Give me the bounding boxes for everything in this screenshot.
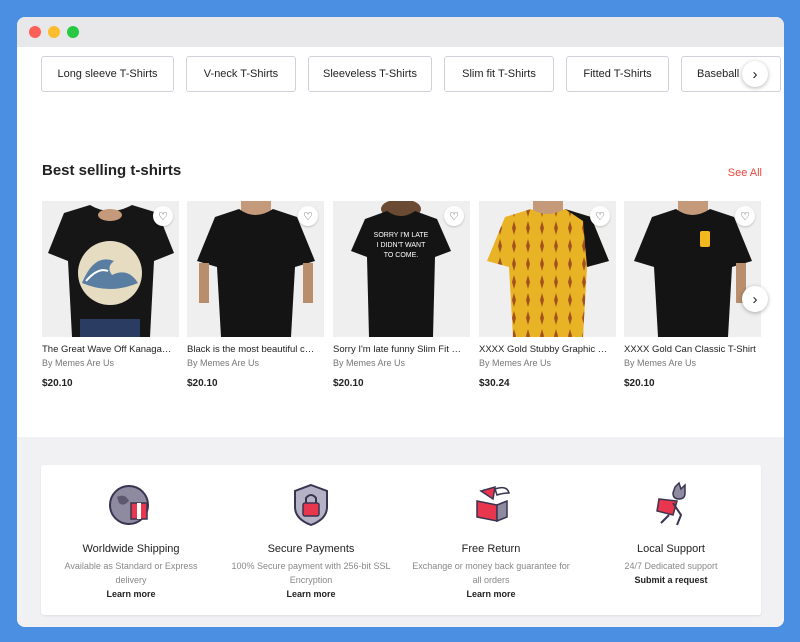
learn-more-link[interactable]: Learn more (401, 589, 581, 599)
winged-box-icon (467, 481, 515, 529)
product-price: $20.10 (187, 378, 218, 389)
product-artist: By Memes Are Us (624, 358, 697, 368)
heart-icon[interactable]: ♡ (153, 206, 173, 226)
product-carousel: ♡ The Great Wave Off Kanagawa… By Memes … (42, 201, 784, 391)
product-title[interactable]: XXXX Gold Stubby Graphic T-… (479, 344, 611, 355)
product-price: $30.24 (479, 378, 510, 389)
chip-fitted[interactable]: Fitted T-Shirts (566, 56, 669, 92)
heart-icon[interactable]: ♡ (735, 206, 755, 226)
feature-description: 24/7 Dedicated support (624, 561, 718, 571)
feature-local-support: Local Support 24/7 Dedicated support Sub… (581, 465, 761, 585)
product-artist: By Memes Are Us (333, 358, 406, 368)
globe-gift-icon (107, 481, 155, 529)
product-artist: By Memes Are Us (479, 358, 552, 368)
feature-title: Local Support (637, 543, 705, 555)
product-image[interactable]: ♡ (187, 201, 324, 337)
cat-mascot-icon (647, 481, 695, 529)
features-panel: Worldwide Shipping Available as Standard… (41, 465, 761, 615)
feature-title: Worldwide Shipping (82, 543, 180, 555)
product-title[interactable]: The Great Wave Off Kanagawa… (42, 344, 174, 355)
feature-description: Available as Standard or Express deliver… (64, 561, 198, 585)
maximize-window-button[interactable] (67, 26, 79, 38)
chip-slim-fit[interactable]: Slim fit T-Shirts (444, 56, 554, 92)
product-price: $20.10 (42, 378, 73, 389)
chevron-right-icon[interactable]: › (742, 61, 768, 87)
feature-shipping: Worldwide Shipping Available as Standard… (41, 465, 221, 599)
shield-lock-icon (287, 481, 335, 529)
features-section: Worldwide Shipping Available as Standard… (17, 437, 784, 627)
product-artist: By Memes Are Us (42, 358, 115, 368)
product-artist: By Memes Are Us (187, 358, 260, 368)
close-window-button[interactable] (29, 26, 41, 38)
browser-window: Long sleeve T-Shirts V-neck T-Shirts Sle… (17, 17, 784, 627)
learn-more-link[interactable]: Learn more (221, 589, 401, 599)
product-title[interactable]: Black is the most beautiful c… (187, 344, 319, 355)
product-card[interactable]: ♡ XXXX Gold Stubby Graphic T-… By Memes … (479, 201, 616, 389)
product-image[interactable]: ♡ (479, 201, 616, 337)
product-price: $20.10 (333, 378, 364, 389)
heart-icon[interactable]: ♡ (590, 206, 610, 226)
feature-description: Exchange or money back guarantee for all… (412, 561, 570, 585)
chevron-right-icon[interactable]: › (742, 286, 768, 312)
category-chips: Long sleeve T-Shirts V-neck T-Shirts Sle… (41, 56, 784, 94)
product-card[interactable]: ♡ The Great Wave Off Kanagawa… By Memes … (42, 201, 179, 389)
product-price: $20.10 (624, 378, 655, 389)
chip-v-neck[interactable]: V-neck T-Shirts (186, 56, 296, 92)
print-text-line-3: TO COME. (384, 252, 419, 259)
feature-title: Free Return (461, 543, 521, 555)
submit-request-link[interactable]: Submit a request (581, 575, 761, 585)
heart-icon[interactable]: ♡ (444, 206, 464, 226)
product-image[interactable]: ♡ (624, 201, 761, 337)
product-card[interactable]: SORRY I'M LATE I DIDN'T WANT TO COME. ♡ … (333, 201, 470, 389)
section-title: Best selling t-shirts (42, 162, 182, 179)
feature-description: 100% Secure payment with 256-bit SSL Enc… (231, 561, 391, 585)
print-text-line-1: SORRY I'M LATE (374, 232, 429, 239)
heart-icon[interactable]: ♡ (298, 206, 318, 226)
feature-secure-payments: Secure Payments 100% Secure payment with… (221, 465, 401, 599)
product-title[interactable]: XXXX Gold Can Classic T-Shirt (624, 344, 756, 355)
product-card[interactable]: ♡ XXXX Gold Can Classic T-Shirt By Memes… (624, 201, 761, 389)
product-card[interactable]: ♡ Black is the most beautiful c… By Meme… (187, 201, 324, 389)
product-image[interactable]: SORRY I'M LATE I DIDN'T WANT TO COME. ♡ (333, 201, 470, 337)
print-text-line-2: I DIDN'T WANT (377, 242, 427, 249)
feature-title: Secure Payments (267, 543, 355, 555)
learn-more-link[interactable]: Learn more (41, 589, 221, 599)
feature-free-return: Free Return Exchange or money back guara… (401, 465, 581, 599)
see-all-link[interactable]: See All (728, 167, 762, 179)
minimize-window-button[interactable] (48, 26, 60, 38)
product-image[interactable]: ♡ (42, 201, 179, 337)
chip-long-sleeve[interactable]: Long sleeve T-Shirts (41, 56, 174, 92)
chip-sleeveless[interactable]: Sleeveless T-Shirts (308, 56, 432, 92)
product-title[interactable]: Sorry I'm late funny Slim Fit … (333, 344, 465, 355)
title-bar (17, 17, 784, 47)
